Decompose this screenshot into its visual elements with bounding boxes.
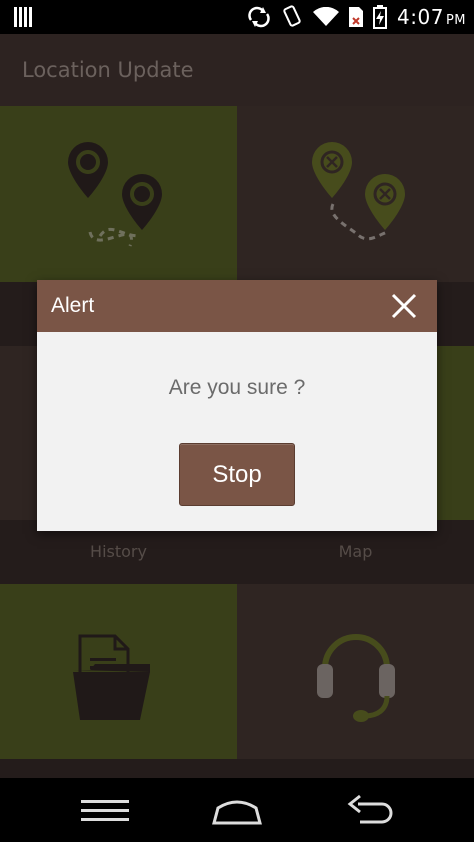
wifi-icon [313, 7, 340, 26]
alert-dialog: Alert Are you sure ? Stop [37, 280, 437, 531]
menu-icon[interactable] [75, 790, 135, 830]
stop-button[interactable]: Stop [179, 443, 295, 506]
close-icon[interactable] [391, 293, 417, 319]
dialog-title: Alert [51, 294, 95, 317]
no-sim-icon [349, 7, 364, 27]
clock: 4:07 PM [397, 5, 466, 29]
dialog-header: Alert [37, 280, 437, 332]
rotate-icon [283, 5, 301, 27]
sim-icon [14, 7, 32, 27]
back-icon[interactable] [338, 790, 398, 830]
sync-icon [248, 6, 270, 28]
dialog-message: Are you sure ? [168, 376, 306, 399]
battery-charging-icon [373, 5, 388, 29]
system-nav-bar [0, 778, 474, 842]
status-bar: 4:07 PM [0, 0, 474, 34]
home-icon[interactable] [207, 790, 267, 830]
